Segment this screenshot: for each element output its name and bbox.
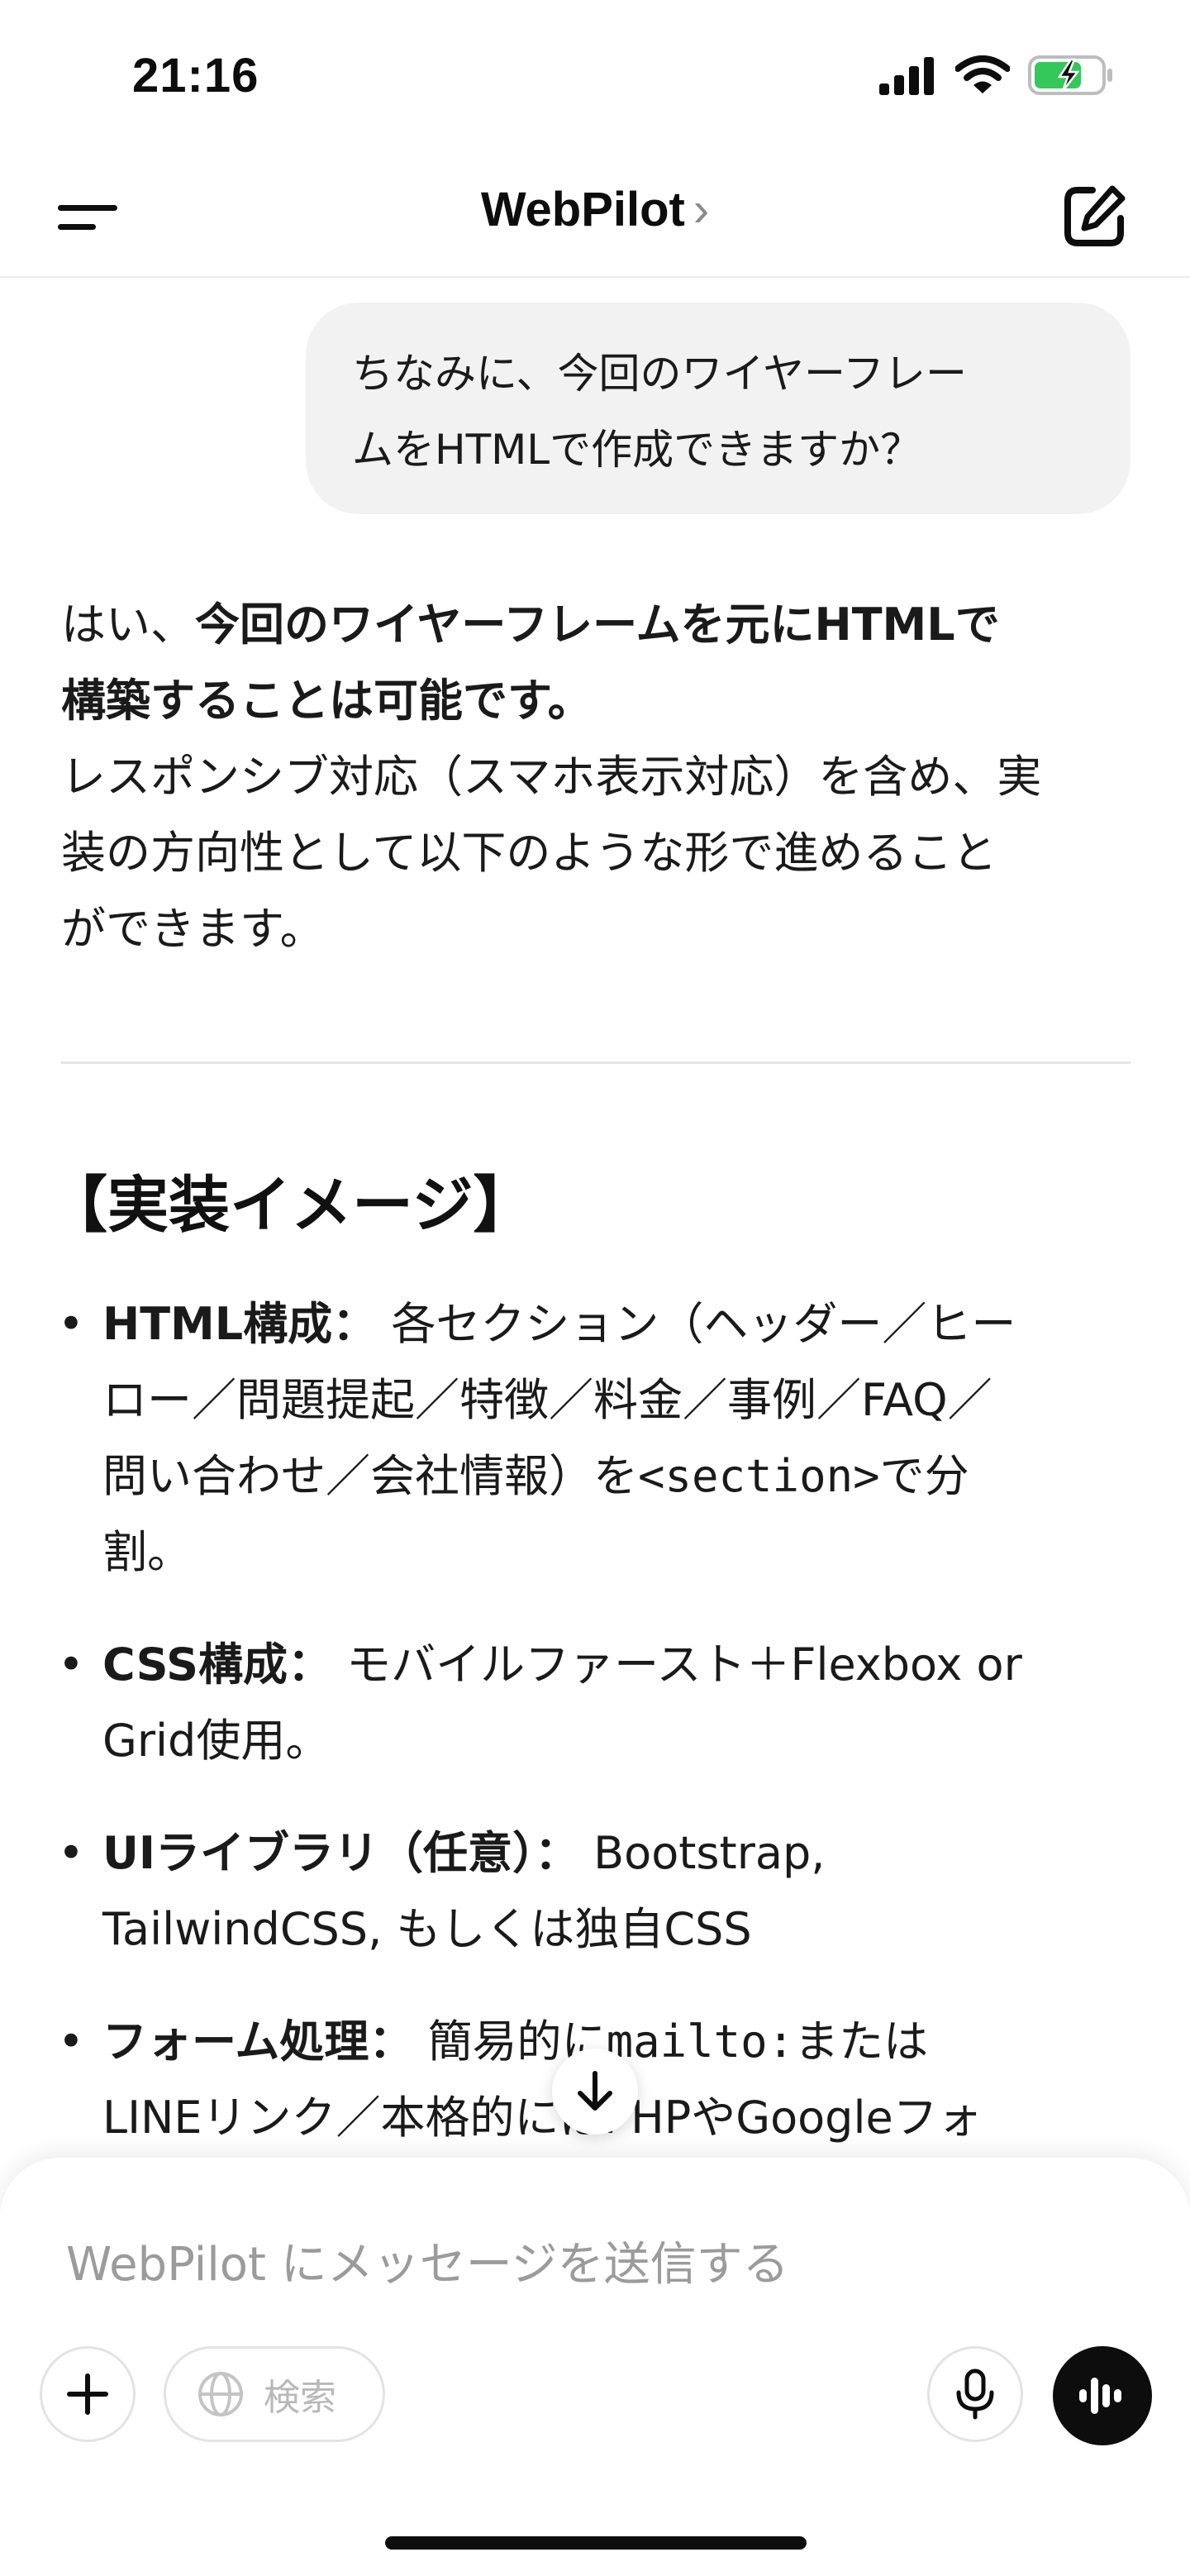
assistant-message: はい、今回のワイヤーフレームを元にHTMLで 構築することは可能です。 レスポン… — [61, 587, 1135, 967]
assistant-text: はい、 — [61, 599, 195, 651]
search-toggle-button[interactable]: 検索 — [164, 2346, 385, 2442]
bullet-glyph: • — [58, 1298, 84, 1350]
chevron-right-icon: › — [693, 183, 710, 236]
user-message-line: ちなみに、今回のワイヤーフレー — [352, 350, 967, 398]
battery-charging-icon — [1028, 55, 1114, 99]
message-input[interactable]: WebPilot にメッセージを送信する — [66, 2227, 789, 2294]
section-heading: 【実装イメージ】 — [46, 1170, 535, 1241]
scroll-to-bottom-button[interactable] — [552, 2049, 638, 2135]
list-item-text: Bootstrap, — [593, 1827, 826, 1879]
list-item-label: UIライブラリ（任意）： — [102, 1827, 579, 1879]
microphone-icon — [956, 2368, 994, 2420]
list-item-label: HTML構成： — [102, 1298, 378, 1350]
divider — [61, 1061, 1130, 1064]
list-item-text: TailwindCSS, もしくは独自CSS — [102, 1903, 752, 1955]
status-icons — [878, 55, 1114, 99]
list-item-text: または — [794, 2015, 929, 2068]
list-item-text: Grid使用。 — [102, 1715, 331, 1767]
message-composer: WebPilot にメッセージを送信する 検索 — [0, 2158, 1190, 2576]
bullet-glyph: • — [58, 1827, 84, 1879]
cellular-signal-icon — [878, 55, 937, 98]
user-message-bubble: ちなみに、今回のワイヤーフレー ムをHTMLで作成できますか？ — [306, 303, 1130, 514]
assistant-text: 装の方向性として以下のような形で進めること — [61, 827, 997, 879]
assistant-paragraph: はい、今回のワイヤーフレームを元にHTMLで 構築することは可能です。 レスポン… — [61, 587, 1135, 967]
app-title: WebPilot — [480, 183, 685, 236]
list-item-text: で分 — [879, 1450, 969, 1502]
assistant-text: レスポンシブ対応（スマホ表示対応）を含め、実 — [61, 751, 1042, 803]
bullet-glyph: • — [58, 2015, 84, 2068]
list-item-text: 問い合わせ／会社情報）を — [102, 1450, 638, 1502]
compose-icon — [1064, 185, 1126, 246]
home-indicator — [385, 2536, 807, 2550]
assistant-bold-text: 今回のワイヤーフレームを元にHTMLで — [195, 599, 1000, 651]
status-time: 21:16 — [132, 49, 259, 103]
list-item-text: ロー／問題提起／特徴／料金／事例／FAQ／ — [102, 1374, 992, 1426]
bullet-glyph: • — [58, 1639, 84, 1691]
list-item-text: モバイルファースト＋Flexbox or — [346, 1639, 1022, 1691]
user-message-line: ムをHTMLで作成できますか？ — [352, 426, 922, 474]
globe-icon — [198, 2372, 243, 2416]
wifi-icon — [954, 55, 1011, 98]
list-item-text: 各セクション（ヘッダー／ヒー — [391, 1298, 1016, 1350]
search-label: 検索 — [264, 2377, 336, 2419]
assistant-text: ができます。 — [61, 903, 325, 955]
nav-bar: WebPilot › — [0, 157, 1190, 278]
inline-code: mailto: — [606, 2015, 795, 2068]
list-item: • UIライブラリ（任意）： Bootstrap, TailwindCSS, も… — [58, 1815, 1132, 1968]
new-chat-button[interactable] — [1059, 182, 1129, 251]
add-attachment-button[interactable] — [40, 2346, 136, 2442]
list-item-text: LINEリンク／本格的にはPHPやGoogleフォ — [102, 2092, 983, 2144]
list-item: • HTML構成： 各セクション（ヘッダー／ヒー ロー／問題提起／特徴／料金／事… — [58, 1286, 1132, 1591]
inline-code: <section> — [638, 1450, 880, 1502]
list-item-label: CSS構成： — [102, 1639, 332, 1691]
list-item-label: フォーム処理： — [102, 2015, 414, 2068]
assistant-bold-text: 構築することは可能です。 — [61, 675, 593, 727]
model-selector[interactable]: WebPilot › — [0, 182, 1190, 237]
status-bar: 21:16 — [0, 0, 1190, 157]
plus-icon — [67, 2373, 108, 2415]
voice-mode-icon — [1079, 2378, 1121, 2414]
list-item: • CSS構成： モバイルファースト＋Flexbox or Grid使用。 — [58, 1627, 1132, 1779]
arrow-down-icon — [578, 2071, 612, 2111]
dictation-button[interactable] — [927, 2346, 1023, 2442]
voice-mode-button[interactable] — [1053, 2346, 1152, 2445]
list-item-text: 割。 — [102, 1526, 192, 1578]
chat-screen: 21:16 WebPilot › ちなみに、今回のワイヤーフレー ムをHTMLで… — [0, 0, 1190, 2576]
